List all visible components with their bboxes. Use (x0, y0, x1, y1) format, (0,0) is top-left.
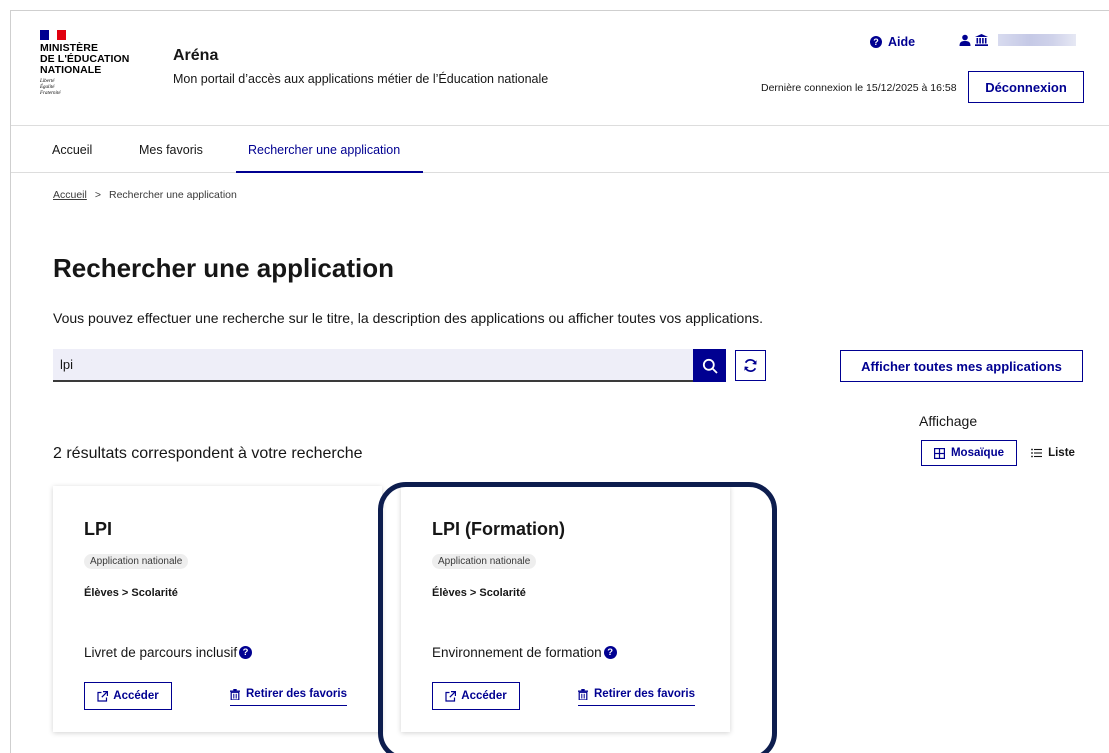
card-title: LPI (84, 519, 113, 539)
card-category: Élèves > Scolarité (84, 587, 178, 599)
display-mode-label: Affichage (919, 413, 978, 429)
access-label: Accéder (113, 690, 159, 702)
list-view-button[interactable]: Liste (1022, 440, 1084, 466)
ministry-logo[interactable]: MINISTÈRE DE L'ÉDUCATION NATIONALE Liber… (40, 30, 140, 97)
card-badge: Application nationale (432, 554, 537, 569)
search-input[interactable] (53, 349, 693, 382)
republic-motto: Liberté Égalité Fraternité (40, 79, 140, 97)
logout-button[interactable]: Déconnexion (968, 71, 1084, 103)
question-circle-icon[interactable]: ? (603, 646, 617, 659)
question-circle-icon[interactable]: ? (239, 646, 253, 659)
main-nav: Accueil Mes favoris Rechercher une appli… (11, 126, 1109, 173)
breadcrumb-home-link[interactable]: Accueil (53, 189, 87, 201)
list-view-label: Liste (1048, 447, 1075, 459)
question-circle-icon: ? (870, 36, 882, 48)
remove-favorite-link[interactable]: Retirer des favoris (230, 688, 347, 706)
user-icon (959, 34, 971, 46)
page-description: Vous pouvez effectuer une recherche sur … (53, 310, 764, 326)
breadcrumb-current: Rechercher une application (109, 189, 237, 201)
refresh-icon (744, 359, 757, 372)
card-description: Livret de parcours inclusif ? (84, 645, 253, 660)
trash-icon (578, 688, 588, 700)
search-icon (702, 358, 718, 374)
app-subtitle: Mon portail d’accès aux applications mét… (173, 72, 549, 86)
user-name-redacted (998, 34, 1076, 46)
external-link-icon (97, 690, 109, 702)
mosaic-view-label: Mosaïque (950, 447, 1005, 459)
breadcrumb-separator: > (94, 189, 101, 201)
card-category: Élèves > Scolarité (432, 587, 526, 599)
card-description-text: Livret de parcours inclusif (84, 645, 238, 660)
motto-line-3: Fraternité (40, 91, 61, 96)
app-title: Aréna (173, 47, 219, 64)
remove-favorite-label: Retirer des favoris (594, 688, 695, 700)
nav-item-favorites[interactable]: Mes favoris (139, 143, 203, 157)
access-button[interactable]: Accéder (84, 682, 172, 710)
remove-favorite-label: Retirer des favoris (246, 688, 347, 700)
list-icon (1031, 448, 1043, 458)
card-description: Environnement de formation ? (432, 645, 617, 660)
access-label: Accéder (461, 690, 507, 702)
ministry-line-3: NATIONALE (40, 64, 102, 76)
french-flag-icon (40, 30, 67, 40)
last-connection: Dernière connexion le 15/12/2025 à 16:58 (761, 82, 957, 94)
show-all-apps-button[interactable]: Afficher toutes mes applications (840, 350, 1083, 382)
card-title: LPI (Formation) (432, 519, 565, 539)
access-button[interactable]: Accéder (432, 682, 520, 710)
help-label: Aide (888, 35, 916, 49)
breadcrumb: Accueil > Rechercher une application (53, 189, 237, 201)
nav-item-home[interactable]: Accueil (52, 143, 92, 157)
grid-icon (933, 447, 945, 459)
app-card-lpi-formation: LPI (Formation) Application nationale Él… (401, 486, 730, 732)
ministry-name: MINISTÈRE DE L'ÉDUCATION NATIONALE (40, 43, 140, 76)
page-frame: MINISTÈRE DE L'ÉDUCATION NATIONALE Liber… (10, 10, 1109, 753)
nav-active-indicator (236, 171, 423, 173)
site-header: MINISTÈRE DE L'ÉDUCATION NATIONALE Liber… (11, 11, 1109, 126)
search-button[interactable] (693, 349, 726, 382)
nav-item-search-app[interactable]: Rechercher une application (248, 143, 400, 157)
institution-icon (975, 34, 988, 46)
external-link-icon (445, 690, 457, 702)
card-badge: Application nationale (84, 554, 189, 569)
help-link[interactable]: ? Aide (870, 35, 915, 49)
results-count: 2 résultats correspondent à votre recher… (53, 445, 363, 462)
remove-favorite-link[interactable]: Retirer des favoris (578, 688, 695, 706)
trash-icon (230, 688, 240, 700)
mosaic-view-button[interactable]: Mosaïque (921, 440, 1017, 466)
reset-search-button[interactable] (735, 350, 766, 381)
card-description-text: Environnement de formation (432, 645, 602, 660)
user-account[interactable] (959, 34, 1076, 46)
page-title: Rechercher une application (53, 253, 394, 283)
app-card-lpi: LPI Application nationale Élèves > Scola… (53, 486, 382, 732)
